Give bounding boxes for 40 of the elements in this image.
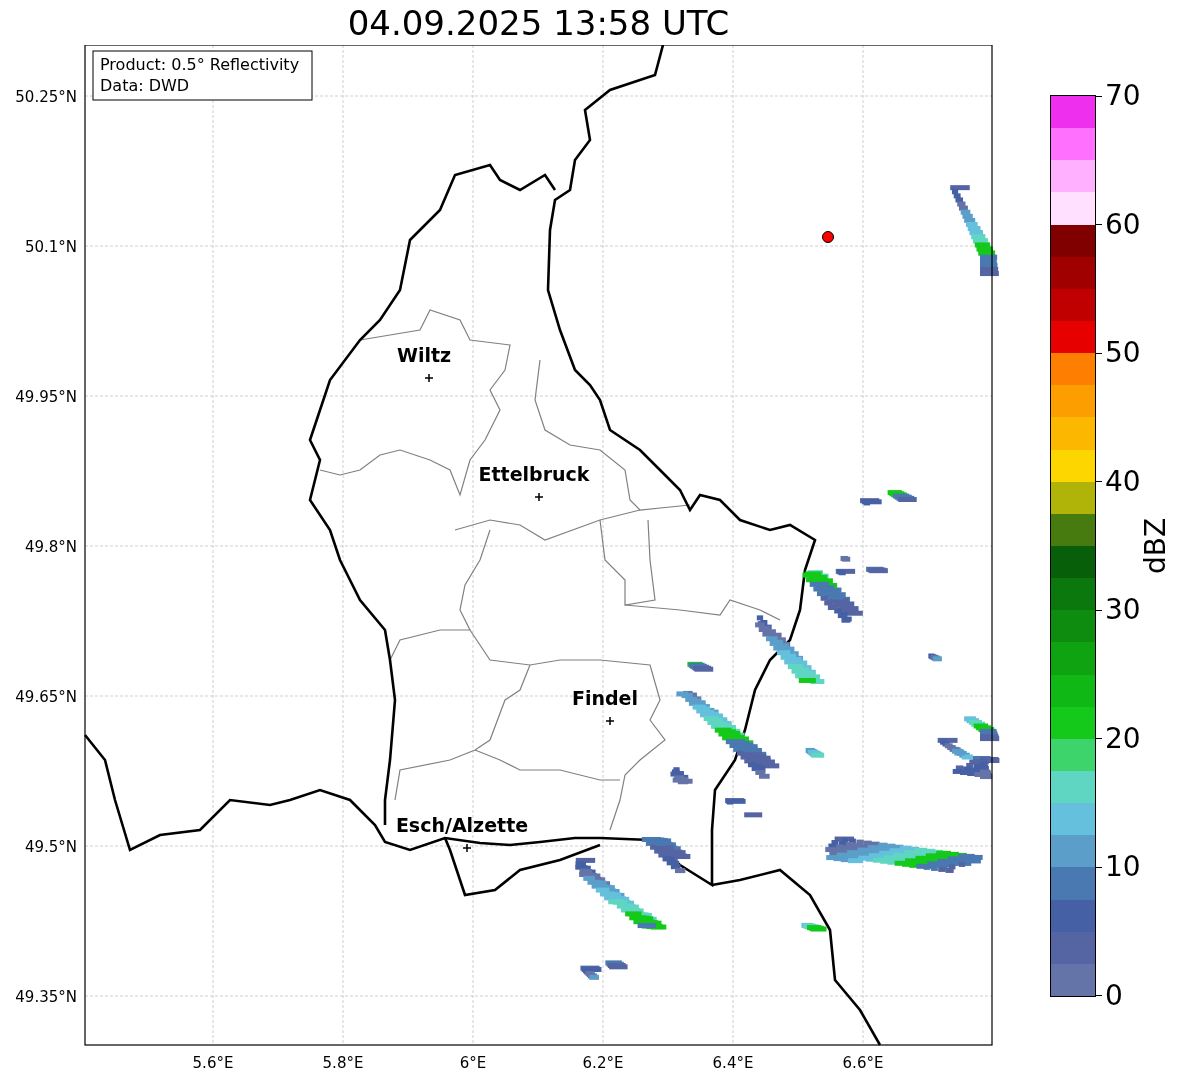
colorbar-tick-label: 10: [1105, 852, 1141, 883]
colorbar-tick-label: 40: [1105, 466, 1141, 497]
city-label: Wiltz: [396, 344, 452, 366]
axis-tick-label: 49.95°N: [15, 388, 77, 406]
axis-tick-label: 5.6°E: [192, 1054, 234, 1072]
axis-tick-label: 49.5°N: [24, 838, 77, 856]
city-label: Ettelbruck: [478, 463, 590, 485]
colorbar-tick-label: 50: [1105, 338, 1141, 369]
axis-tick-label: 49.8°N: [24, 538, 77, 556]
colorbar-tick-label: 70: [1105, 81, 1141, 111]
colorbar-title: dBZ: [1137, 517, 1173, 575]
chart-title: 04.09.2025 13:58 UTC: [347, 2, 730, 45]
axis-tick-label: 6.2°E: [582, 1054, 624, 1072]
colorbar-tick-label: 30: [1105, 595, 1141, 626]
colorbar-tick-label: 20: [1105, 723, 1141, 754]
axis-tick-label: 50.1°N: [24, 238, 77, 256]
axis-tick-label: 49.35°N: [15, 988, 77, 1006]
colorbar-tick-label: 0: [1105, 980, 1123, 1011]
axis-tick-label: 50.25°N: [15, 88, 77, 106]
rain-echo-drawing: [860, 490, 917, 506]
rain-echo-drawing: [687, 661, 714, 672]
city-marker-icon: [462, 843, 472, 853]
axis-tick-label: 49.65°N: [15, 688, 77, 706]
city-marker-icon: [534, 492, 544, 502]
city-label: Findel: [572, 687, 638, 709]
rain-echo-drawing: [580, 960, 628, 980]
info-text: Data: DWD: [100, 76, 190, 95]
city-label: Esch/Alzette: [395, 814, 529, 836]
axis-tick-label: 6.6°E: [842, 1054, 884, 1072]
axis-tick-label: 5.8°E: [322, 1054, 364, 1072]
colorbar-tick-label: 60: [1105, 209, 1141, 240]
rain-echo-drawing: [928, 653, 942, 662]
city-marker-icon: [605, 716, 615, 726]
info-text: Product: 0.5° Reflectivity: [100, 55, 300, 74]
rain-echo-drawing: [725, 798, 763, 818]
axis-tick-label: 6°E: [459, 1054, 487, 1072]
axis-tick-label: 6.4°E: [712, 1054, 754, 1072]
city-marker-icon: [424, 373, 434, 383]
radar-site-marker: [822, 231, 834, 243]
rain-echo-drawing: [801, 922, 827, 932]
